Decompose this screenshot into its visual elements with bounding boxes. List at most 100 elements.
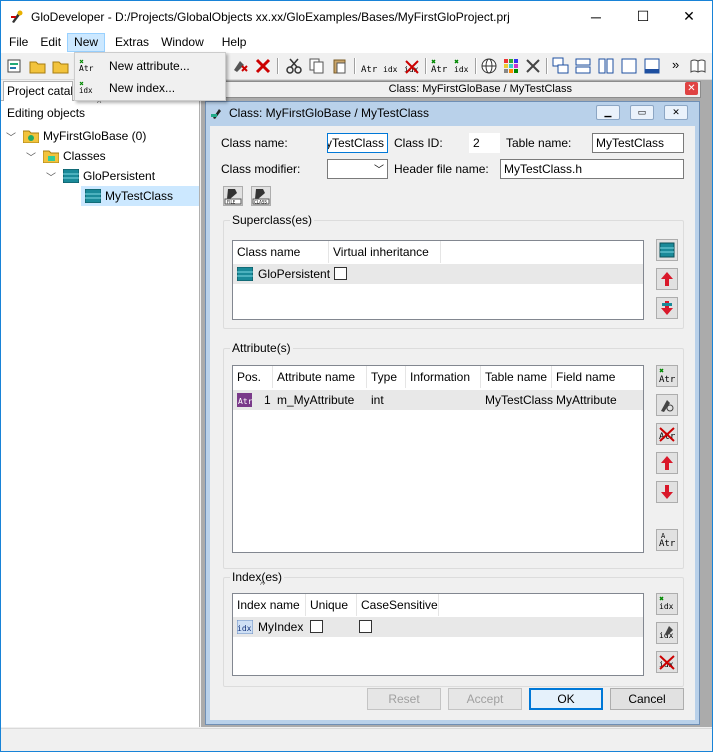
cut-icon[interactable] [285,57,303,75]
header-file-input[interactable]: MyTestClass.h [500,159,684,179]
arrange-icon[interactable] [643,57,661,75]
table-row[interactable]: GloPersistent [233,264,643,284]
globe-icon[interactable] [480,57,498,75]
delete-attribute-button[interactable]: Atr [656,423,678,445]
attribute-properties-icon: AtrA [659,532,676,549]
child-close-button[interactable]: ✕ [664,105,688,120]
chevron-down-icon[interactable]: ﹀ [45,170,57,184]
tree-item-classes[interactable]: ﹀ Classes [25,146,106,166]
move-up-superclass-button[interactable] [656,268,678,290]
indexes-list[interactable]: Index name Unique CaseSensitive idx MyIn… [232,593,644,676]
new-attribute-icon[interactable]: Atr [430,57,448,75]
tile-vertical-icon[interactable] [597,57,615,75]
menu-help[interactable]: Help [216,33,253,52]
column-header[interactable]: Index name [233,594,306,616]
new-index-button[interactable]: idx [656,593,678,615]
menu-file[interactable]: File [3,33,34,52]
cascade-icon[interactable] [552,57,570,75]
table-name-input[interactable]: MyTestClass [592,133,684,153]
delete-index-icon[interactable]: idx [403,57,421,75]
document-tab[interactable]: Class: MyFirstGloBase / MyTestClass [224,81,701,98]
new-project-icon[interactable] [6,57,24,75]
case-sensitive-checkbox[interactable] [359,620,372,633]
delete-attr-icon[interactable] [231,57,249,75]
attribute-properties-button[interactable]: Atr A [656,529,678,551]
delete-icon[interactable] [254,57,272,75]
class-id-input[interactable]: 2 [469,133,500,153]
window-icon[interactable] [620,57,638,75]
app-icon [11,10,23,23]
unique-checkbox[interactable] [310,620,323,633]
file-button[interactable]: FILE [223,186,243,206]
child-minimize-button[interactable]: ▁ [596,105,620,120]
attr-icon[interactable]: Atr [360,57,378,75]
column-header[interactable]: Field name [552,366,643,388]
table-row[interactable]: Atr 1 m_MyAttribute int MyTestClass MyAt… [233,390,643,410]
tree-item-base[interactable]: ﹀ MyFirstGloBase (0) [5,126,146,146]
ok-button[interactable]: OK [529,688,603,710]
minimize-button[interactable]: ─ [573,1,619,32]
column-header[interactable]: Attribute name [273,366,367,388]
attr-index-icon[interactable]: idx [382,57,400,75]
maximize-button[interactable]: ☐ [620,1,666,32]
reset-button[interactable]: Reset [367,688,441,710]
remove-superclass-button[interactable] [656,297,678,319]
column-header[interactable]: Virtual inheritance [329,241,441,263]
menu-window[interactable]: Window [155,33,210,52]
move-down-icon [661,301,673,315]
paste-icon[interactable] [331,57,349,75]
open-folder-icon[interactable] [29,57,47,75]
class-name-input[interactable]: MyTestClass [327,133,388,153]
menu-item-new-attribute[interactable]: Atr New attribute... [77,56,223,76]
new-attribute-button[interactable]: Atr [656,365,678,387]
collapse-caret-icon[interactable]: ^ [260,580,264,590]
column-header[interactable]: Type [367,366,406,388]
class-button[interactable]: CLASS [251,186,271,206]
new-index-icon[interactable]: idx [453,57,471,75]
virtual-inheritance-checkbox[interactable] [334,267,347,280]
classes-folder-icon [43,150,59,163]
child-title-bar[interactable]: Class: MyFirstGloBase / MyTestClass ▁ ▭ … [206,102,699,124]
column-header[interactable]: Pos. [233,366,273,388]
superclass-list[interactable]: Class name Virtual inheritance GloPersis… [232,240,644,320]
close-button[interactable]: ✕ [666,1,712,32]
delete-index-button[interactable]: idx [656,651,678,673]
title-bar[interactable]: GloDeveloper - D:/Projects/GlobalObjects… [1,1,712,32]
menu-item-new-index[interactable]: idx New index... [77,78,223,98]
accept-button[interactable]: Accept [448,688,522,710]
tile-horizontal-icon[interactable] [574,57,592,75]
app-window: GloDeveloper - D:/Projects/GlobalObjects… [0,0,713,752]
chevron-down-icon[interactable]: ﹀ [25,150,37,164]
menu-edit[interactable]: Edit [34,33,67,52]
class-modifier-select[interactable]: ﹀ [327,159,388,179]
help-book-icon[interactable] [689,57,707,75]
column-header[interactable]: CaseSensitive [357,594,439,616]
class-editor-body: Class name: MyTestClass Class ID: 2 Tabl… [210,126,695,720]
move-attribute-down-button[interactable] [656,481,678,503]
close-tab-icon[interactable]: ✕ [685,82,698,95]
tools-icon[interactable] [524,57,542,75]
menu-new[interactable]: New [67,33,106,52]
move-attribute-up-button[interactable] [656,452,678,474]
cancel-button[interactable]: Cancel [610,688,684,710]
edit-index-button[interactable]: idx [656,622,678,644]
table-row[interactable]: idx MyIndex [233,617,643,637]
chevron-down-icon[interactable]: ﹀ [5,130,17,144]
child-maximize-button[interactable]: ▭ [630,105,654,120]
toolbar-overflow-icon[interactable]: » [672,57,679,72]
copy-icon[interactable] [308,57,326,75]
menu-item-label: New attribute... [109,59,190,73]
column-header[interactable]: Class name [233,241,329,263]
add-superclass-button[interactable] [656,239,678,261]
column-header[interactable]: Information [406,366,481,388]
edit-attribute-button[interactable] [656,394,678,416]
tree-item-glopersistent[interactable]: ﹀ GloPersistent [45,166,155,186]
tree-item-mytestclass[interactable]: MyTestClass [81,186,199,206]
tab-project-catalog[interactable]: Project catal [3,81,73,101]
grid-icon[interactable] [502,57,520,75]
attributes-list[interactable]: Pos. Attribute name Type Information Tab… [232,365,644,553]
column-header[interactable]: Unique [306,594,357,616]
menu-extras[interactable]: Extras [109,33,155,52]
column-header[interactable]: Table name [481,366,552,388]
open-folder-2-icon[interactable] [52,57,70,75]
